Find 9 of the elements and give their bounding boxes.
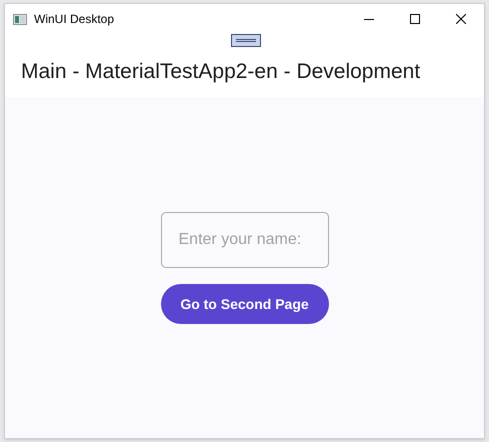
second-page-button[interactable]: Go to Second Page: [160, 284, 328, 324]
name-input-field[interactable]: Enter your name:: [160, 212, 328, 268]
maximize-icon: [410, 14, 420, 24]
app-icon: [13, 14, 27, 24]
minimize-icon: [364, 18, 374, 20]
window-title: WinUI Desktop: [34, 11, 114, 28]
page-title: Main - MaterialTestApp2-en - Development: [21, 60, 420, 83]
toolbar-handle-icon: [231, 34, 261, 47]
close-icon: [456, 14, 466, 24]
